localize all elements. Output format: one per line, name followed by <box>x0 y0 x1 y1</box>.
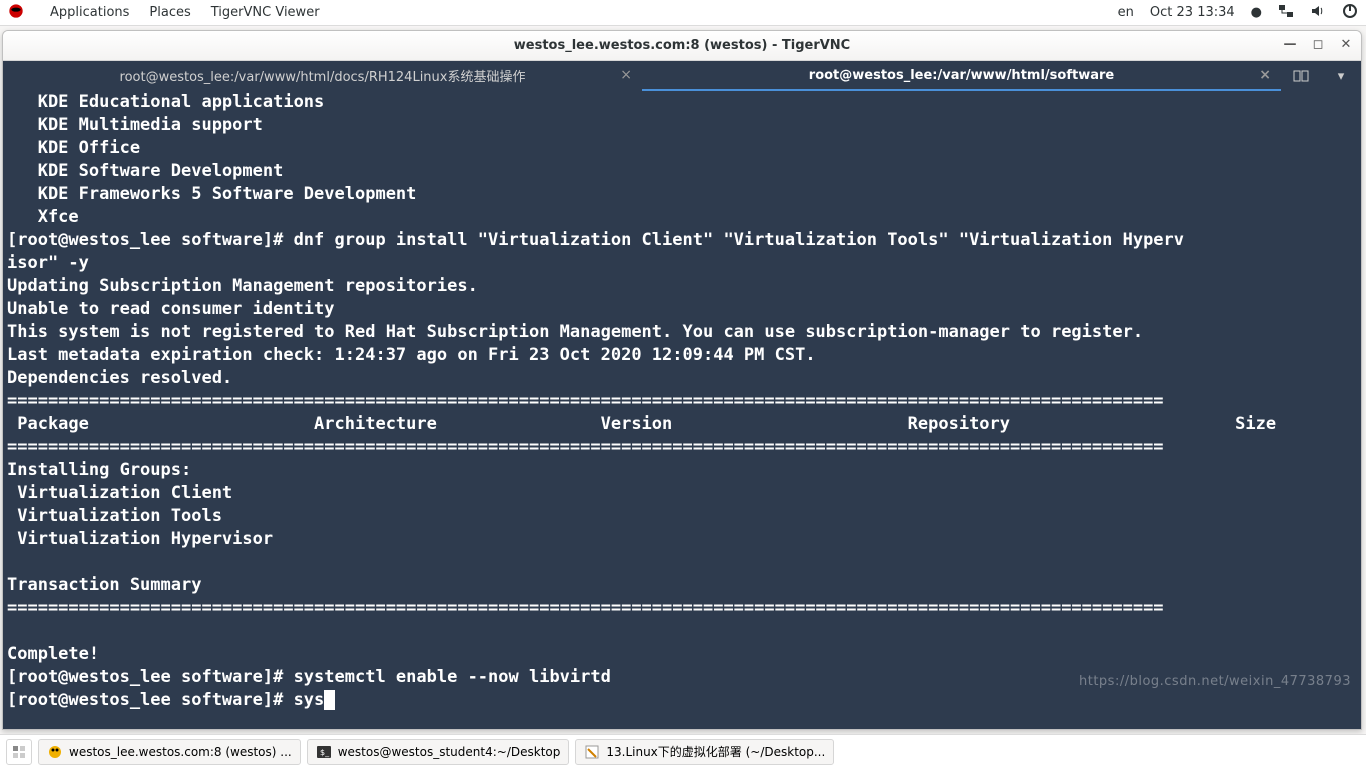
window-close-button[interactable]: ✕ <box>1337 35 1355 53</box>
lang-indicator[interactable]: en <box>1118 5 1134 20</box>
tab-close-icon[interactable]: × <box>620 67 632 83</box>
tab-close-icon[interactable]: × <box>1259 67 1271 83</box>
clock-dot: ● <box>1251 5 1262 20</box>
tigervnc-window: westos_lee.westos.com:8 (westos) - Tiger… <box>2 30 1362 730</box>
volume-icon[interactable] <box>1310 3 1326 23</box>
workspace-switcher-icon[interactable] <box>6 739 32 765</box>
vnc-title: westos_lee.westos.com:8 (westos) - Tiger… <box>514 38 850 53</box>
vnc-titlebar[interactable]: westos_lee.westos.com:8 (westos) - Tiger… <box>3 31 1361 61</box>
terminal-tab-label: root@westos_lee:/var/www/html/docs/RH124… <box>120 66 526 85</box>
svg-text:$_: $_ <box>320 748 330 757</box>
terminal-tab-2[interactable]: root@westos_lee:/var/www/html/software × <box>642 61 1281 91</box>
menu-places[interactable]: Places <box>149 5 190 20</box>
terminal-tabbar: root@westos_lee:/var/www/html/docs/RH124… <box>3 61 1361 91</box>
tab-menu-icon[interactable]: ▾ <box>1321 61 1361 91</box>
power-icon[interactable] <box>1342 3 1358 23</box>
taskbar-item-terminal[interactable]: $_ westos@westos_student4:~/Desktop <box>307 739 570 765</box>
window-minimize-button[interactable]: — <box>1281 35 1299 53</box>
tab-split-icon[interactable] <box>1281 61 1321 91</box>
menu-applications[interactable]: Applications <box>50 5 129 20</box>
network-icon[interactable] <box>1278 3 1294 23</box>
terminal-tab-1[interactable]: root@westos_lee:/var/www/html/docs/RH124… <box>3 61 642 91</box>
taskbar-item-label: westos@westos_student4:~/Desktop <box>338 745 561 759</box>
terminal-window: root@westos_lee:/var/www/html/docs/RH124… <box>3 61 1361 729</box>
terminal-output[interactable]: KDE Educational applications KDE Multime… <box>3 91 1361 729</box>
terminal-tab-label: root@westos_lee:/var/www/html/software <box>809 68 1114 83</box>
gnome-topbar: Applications Places TigerVNC Viewer en O… <box>0 0 1366 26</box>
taskbar-item-vnc[interactable]: westos_lee.westos.com:8 (westos) ... <box>38 739 301 765</box>
taskbar-item-label: 13.Linux下的虚拟化部署 (~/Desktop... <box>606 743 825 760</box>
taskbar-item-label: westos_lee.westos.com:8 (westos) ... <box>69 745 292 759</box>
watermark: https://blog.csdn.net/weixin_47738793 <box>1079 674 1351 689</box>
remote-desktop: root@westos_lee:/var/www/html/docs/RH124… <box>3 61 1361 729</box>
menu-current-app[interactable]: TigerVNC Viewer <box>211 5 320 20</box>
terminal-cursor <box>324 690 335 710</box>
clock[interactable]: Oct 23 13:34 <box>1150 5 1235 20</box>
taskbar-item-gedit[interactable]: 13.Linux下的虚拟化部署 (~/Desktop... <box>575 739 834 765</box>
activities-icon <box>8 3 30 23</box>
window-maximize-button[interactable]: ◻ <box>1309 35 1327 53</box>
host-taskbar: westos_lee.westos.com:8 (westos) ... $_ … <box>0 734 1366 768</box>
